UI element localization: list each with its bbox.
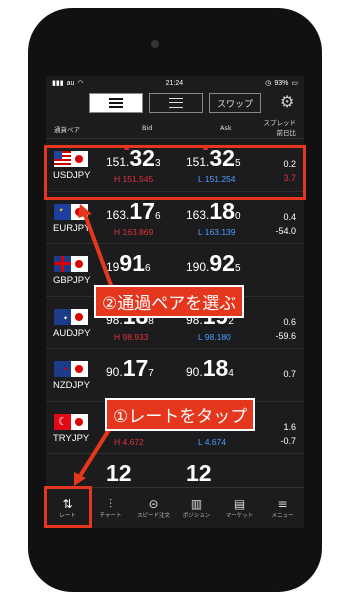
callout-step1: ①レートをタップ — [105, 398, 256, 431]
arrowhead-pair — [78, 204, 92, 218]
arrow-to-pair — [82, 211, 114, 289]
arrow-to-tab — [78, 423, 114, 478]
callout-step2: ②通過ペアを選ぶ — [94, 285, 245, 318]
